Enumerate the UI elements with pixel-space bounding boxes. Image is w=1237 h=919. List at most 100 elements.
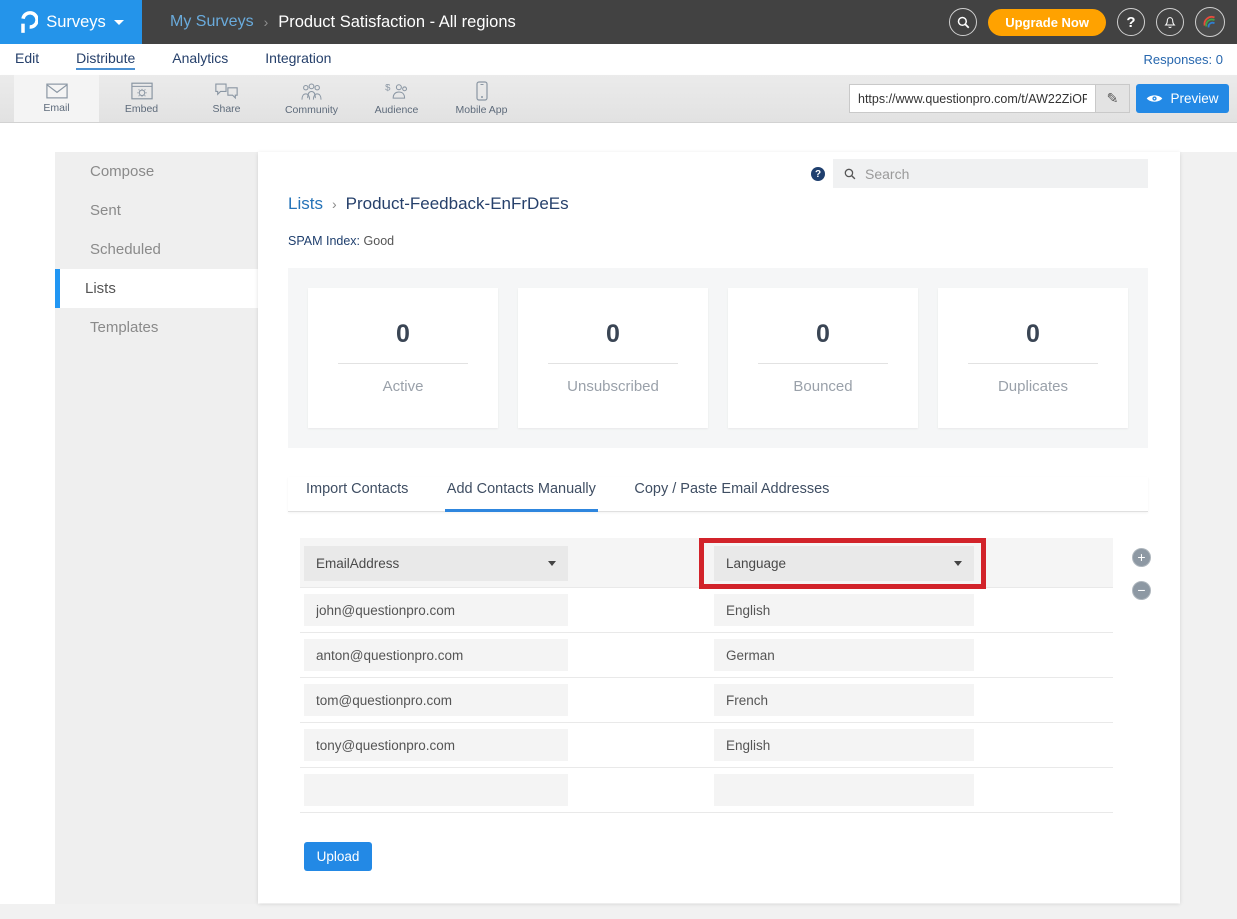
toolbar-item-embed[interactable]: Embed [99, 75, 184, 122]
breadcrumb-my-surveys[interactable]: My Surveys [170, 13, 254, 31]
tab-distribute[interactable]: Distribute [76, 50, 135, 70]
distribute-toolbar: Email Embed Share [0, 75, 1237, 123]
toolbar-item-label: Audience [375, 104, 419, 116]
dollar-people-icon: $ [384, 82, 409, 101]
app-root: Surveys My Surveys › Product Satisfactio… [0, 0, 1237, 919]
responses-count[interactable]: Responses: 0 [1144, 52, 1224, 67]
toolbar-item-community[interactable]: Community [269, 75, 354, 122]
toolbar-item-label: Community [285, 104, 338, 116]
chat-bubbles-icon [214, 82, 239, 100]
toolbar-item-label: Embed [125, 103, 158, 115]
eye-icon [1146, 93, 1163, 104]
sidebar-item-sent[interactable]: Sent [55, 191, 258, 230]
search-button[interactable] [949, 8, 977, 36]
tab-integration[interactable]: Integration [265, 50, 331, 70]
stat-label: Duplicates [938, 378, 1128, 395]
lists-panel: ? Lists › Product-Feedback-EnFrDeEs SPAM… [258, 152, 1180, 903]
email-input[interactable] [304, 594, 568, 626]
product-switcher[interactable]: Surveys [0, 0, 142, 44]
survey-url-group: ✎ [849, 84, 1130, 113]
email-input[interactable] [304, 729, 568, 761]
email-column-label: EmailAddress [316, 556, 399, 571]
background-gutter-right [1180, 152, 1237, 919]
language-input[interactable] [714, 684, 974, 716]
language-column-select[interactable]: Language [714, 546, 974, 581]
language-input[interactable] [714, 594, 974, 626]
preview-button[interactable]: Preview [1136, 84, 1229, 113]
search-icon [843, 167, 857, 181]
tab-analytics[interactable]: Analytics [172, 50, 228, 70]
background-gutter-bottom [0, 904, 1237, 919]
tab-add-contacts-manually[interactable]: Add Contacts Manually [445, 477, 598, 512]
contextual-help-icon[interactable]: ? [811, 167, 825, 181]
survey-url-input[interactable] [850, 85, 1095, 112]
email-input[interactable] [304, 774, 568, 806]
toolbar-item-label: Mobile App [456, 104, 508, 116]
content-area: Compose Sent Scheduled Lists Templates ?… [0, 123, 1237, 919]
phone-icon [476, 81, 488, 101]
envelope-icon [46, 83, 68, 99]
remove-row-button[interactable]: − [1132, 581, 1151, 600]
notifications-button[interactable] [1156, 8, 1184, 36]
contact-tabs: Import Contacts Add Contacts Manually Co… [288, 477, 1148, 512]
search-icon [956, 15, 971, 30]
search-input[interactable] [865, 166, 1138, 182]
sidebar-item-scheduled[interactable]: Scheduled [55, 230, 258, 269]
stats-panel: 0 Active 0 Unsubscribed 0 Bounced 0 [288, 268, 1148, 448]
preview-label: Preview [1170, 91, 1218, 106]
help-button[interactable]: ? [1117, 8, 1145, 36]
list-name: Product-Feedback-EnFrDeEs [346, 194, 569, 214]
table-header-row: EmailAddress Language [300, 538, 1113, 588]
email-sidebar: Compose Sent Scheduled Lists Templates [55, 152, 258, 904]
toolbar-item-audience[interactable]: $ Audience [354, 75, 439, 122]
table-row [300, 678, 1113, 723]
add-row-button[interactable]: + [1132, 548, 1151, 567]
breadcrumb-separator: › [264, 14, 269, 30]
language-column-label: Language [726, 556, 786, 571]
list-breadcrumb: Lists › Product-Feedback-EnFrDeEs [288, 194, 569, 214]
toolbar-item-email[interactable]: Email [14, 75, 99, 122]
language-input[interactable] [714, 774, 974, 806]
language-input[interactable] [714, 729, 974, 761]
tab-import-contacts[interactable]: Import Contacts [304, 477, 410, 512]
upgrade-now-button[interactable]: Upgrade Now [988, 9, 1106, 36]
user-avatar[interactable] [1195, 7, 1225, 37]
avatar-logo-icon [1201, 13, 1219, 31]
chevron-down-icon [548, 561, 556, 566]
breadcrumb-lists-link[interactable]: Lists [288, 194, 323, 214]
divider [968, 363, 1098, 364]
language-input[interactable] [714, 639, 974, 671]
svg-text:$: $ [385, 82, 391, 93]
chevron-down-icon [954, 561, 962, 566]
sidebar-item-lists[interactable]: Lists [55, 269, 258, 308]
embed-window-icon [131, 82, 153, 100]
page-title: Product Satisfaction - All regions [278, 13, 516, 32]
email-input[interactable] [304, 639, 568, 671]
stat-card-bounced: 0 Bounced [728, 288, 918, 428]
breadcrumb: My Surveys › Product Satisfaction - All … [170, 13, 516, 32]
stat-card-unsubscribed: 0 Unsubscribed [518, 288, 708, 428]
pencil-icon: ✎ [1107, 90, 1119, 107]
breadcrumb-separator: › [332, 196, 337, 212]
toolbar-item-mobile-app[interactable]: Mobile App [439, 75, 524, 122]
email-input[interactable] [304, 684, 568, 716]
tab-edit[interactable]: Edit [15, 50, 39, 70]
divider [338, 363, 468, 364]
topbar-actions: Upgrade Now ? [949, 7, 1225, 37]
sidebar-item-templates[interactable]: Templates [55, 308, 258, 347]
spam-index: SPAM Index: Good [288, 234, 394, 248]
table-row [300, 768, 1113, 813]
tab-copy-paste-email-addresses[interactable]: Copy / Paste Email Addresses [632, 477, 831, 512]
stat-label: Unsubscribed [518, 378, 708, 395]
spam-index-label: SPAM Index: [288, 234, 360, 248]
spam-index-value: Good [364, 234, 395, 248]
edit-url-button[interactable]: ✎ [1095, 85, 1129, 112]
bell-icon [1162, 14, 1178, 30]
sidebar-item-compose[interactable]: Compose [55, 152, 258, 191]
divider [548, 363, 678, 364]
toolbar-item-label: Email [43, 102, 69, 114]
table-row [300, 723, 1113, 768]
upload-button[interactable]: Upload [304, 842, 372, 871]
email-column-select[interactable]: EmailAddress [304, 546, 568, 581]
toolbar-item-share[interactable]: Share [184, 75, 269, 122]
